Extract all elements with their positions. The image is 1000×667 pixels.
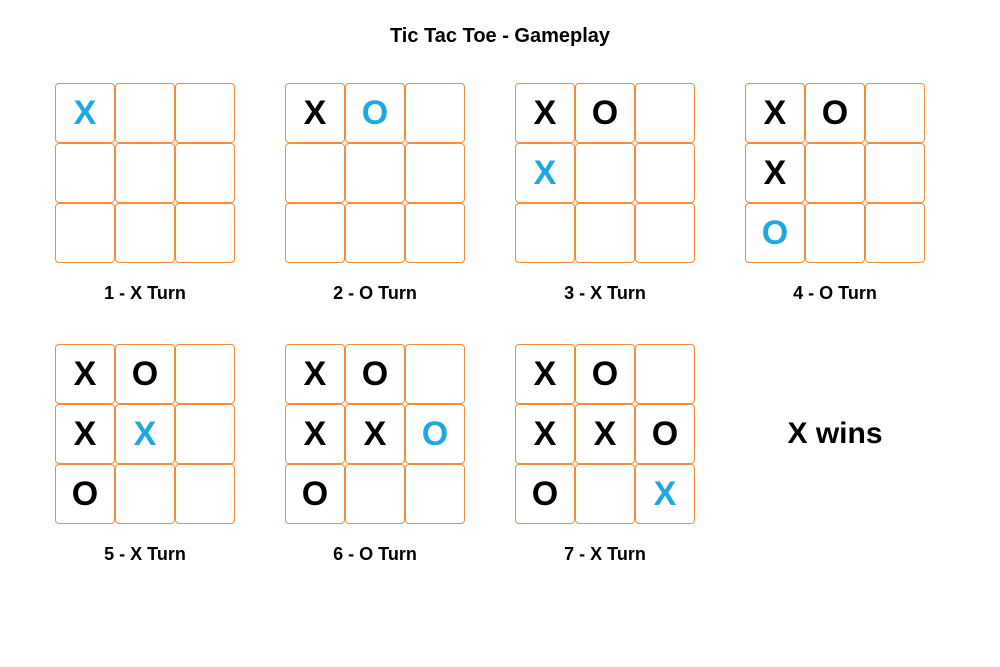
cell xyxy=(405,344,465,404)
cell: O xyxy=(805,83,865,143)
grid-1: X xyxy=(55,83,235,263)
cell xyxy=(575,203,635,263)
cell xyxy=(405,203,465,263)
cell: X xyxy=(515,83,575,143)
grid-2: X O xyxy=(285,83,465,263)
board-7: X O X X O O X 7 - X Turn xyxy=(515,344,695,565)
cell xyxy=(865,203,925,263)
board-5: X O X X O 5 - X Turn xyxy=(55,344,235,565)
cell xyxy=(55,143,115,203)
cell xyxy=(115,83,175,143)
cell: X xyxy=(55,83,115,143)
cell: O xyxy=(405,404,465,464)
cell: X xyxy=(285,83,345,143)
cell xyxy=(345,464,405,524)
cell: O xyxy=(575,344,635,404)
cell xyxy=(175,143,235,203)
caption-6: 6 - O Turn xyxy=(333,544,417,565)
cell xyxy=(635,83,695,143)
cell xyxy=(175,404,235,464)
cell xyxy=(345,143,405,203)
caption-1: 1 - X Turn xyxy=(104,283,186,304)
cell: O xyxy=(745,203,805,263)
cell xyxy=(115,143,175,203)
cell: O xyxy=(345,344,405,404)
cell: O xyxy=(115,344,175,404)
cell xyxy=(635,143,695,203)
cell: O xyxy=(575,83,635,143)
cell xyxy=(805,203,865,263)
cell xyxy=(55,203,115,263)
cell xyxy=(405,464,465,524)
board-6: X O X X O O 6 - O Turn xyxy=(285,344,465,565)
cell: X xyxy=(745,83,805,143)
cell xyxy=(115,464,175,524)
cell: X xyxy=(635,464,695,524)
cell xyxy=(575,143,635,203)
board-3: X O X 3 - X Turn xyxy=(515,83,695,304)
cell: X xyxy=(115,404,175,464)
cell: X xyxy=(285,404,345,464)
caption-3: 3 - X Turn xyxy=(564,283,646,304)
caption-4: 4 - O Turn xyxy=(793,283,877,304)
cell xyxy=(285,143,345,203)
board-4: X O X O 4 - O Turn xyxy=(745,83,925,304)
cell: X xyxy=(575,404,635,464)
board-1: X 1 - X Turn xyxy=(55,83,235,304)
cell: X xyxy=(345,404,405,464)
cell xyxy=(865,143,925,203)
cell: X xyxy=(515,143,575,203)
cell xyxy=(115,203,175,263)
grid-3: X O X xyxy=(515,83,695,263)
cell xyxy=(405,143,465,203)
cell: X xyxy=(285,344,345,404)
cell xyxy=(175,344,235,404)
page-title: Tic Tac Toe - Gameplay xyxy=(50,25,950,48)
cell: X xyxy=(515,404,575,464)
caption-2: 2 - O Turn xyxy=(333,283,417,304)
cell: O xyxy=(285,464,345,524)
cell: X xyxy=(55,404,115,464)
cell xyxy=(865,83,925,143)
cell xyxy=(285,203,345,263)
cell: X xyxy=(55,344,115,404)
grid-5: X O X X O xyxy=(55,344,235,524)
cell: X xyxy=(745,143,805,203)
boards-container: X 1 - X Turn X O xyxy=(50,83,950,565)
cell xyxy=(515,203,575,263)
cell xyxy=(175,203,235,263)
cell xyxy=(175,464,235,524)
cell xyxy=(175,83,235,143)
row-1: X 1 - X Turn X O xyxy=(50,83,950,304)
cell xyxy=(635,344,695,404)
result-label: X wins xyxy=(745,344,925,524)
cell xyxy=(345,203,405,263)
cell: X xyxy=(515,344,575,404)
cell xyxy=(805,143,865,203)
cell: O xyxy=(345,83,405,143)
board-2: X O 2 - O Turn xyxy=(285,83,465,304)
cell: O xyxy=(55,464,115,524)
cell: O xyxy=(515,464,575,524)
caption-7: 7 - X Turn xyxy=(564,544,646,565)
grid-4: X O X O xyxy=(745,83,925,263)
cell xyxy=(575,464,635,524)
cell xyxy=(635,203,695,263)
row-2: X O X X O 5 - X Turn X O X X O O xyxy=(50,344,950,565)
grid-7: X O X X O O X xyxy=(515,344,695,524)
cell: O xyxy=(635,404,695,464)
cell xyxy=(405,83,465,143)
caption-5: 5 - X Turn xyxy=(104,544,186,565)
grid-6: X O X X O O xyxy=(285,344,465,524)
